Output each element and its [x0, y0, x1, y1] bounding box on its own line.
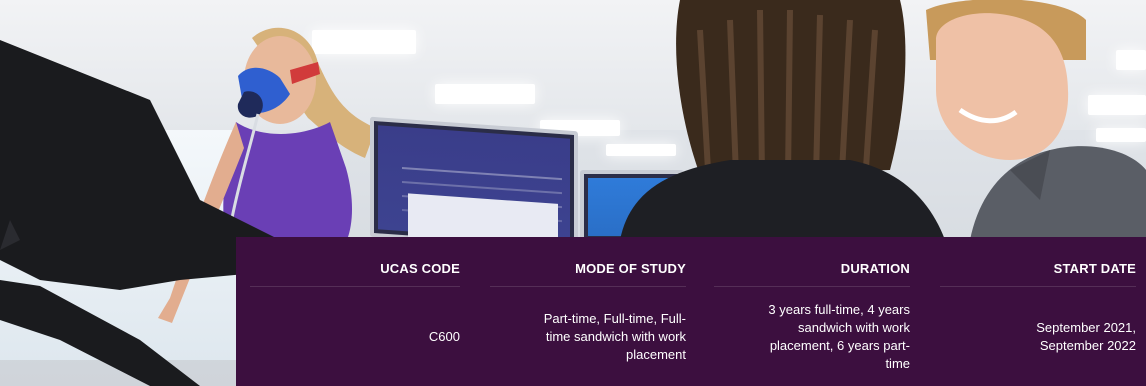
duration-column: DURATION 3 years full-time, 4 years sand… — [714, 237, 910, 386]
mode-of-study-line: time sandwich with work — [545, 328, 686, 344]
mode-of-study-heading: MODE OF STUDY — [575, 261, 686, 276]
ucas-code-column: UCAS CODE C600 — [250, 237, 460, 386]
instructor-figure — [926, 0, 1146, 240]
duration-value: 3 years full-time, 4 years sandwich with… — [768, 287, 910, 386]
start-date-line: September 2021, — [1036, 319, 1136, 335]
duration-line: 3 years full-time, 4 years — [768, 301, 910, 317]
monitor-screen — [370, 116, 578, 252]
start-date-column: START DATE September 2021, September 202… — [940, 237, 1136, 386]
mode-of-study-line: Part-time, Full-time, Full- — [543, 310, 686, 326]
start-date-value: September 2021, September 2022 — [1036, 287, 1136, 386]
ucas-code-value: C600 — [429, 287, 460, 386]
start-date-heading: START DATE — [1053, 261, 1136, 276]
student-figure — [620, 0, 945, 240]
duration-line: sandwich with work — [798, 319, 910, 335]
ucas-code-text: C600 — [428, 328, 460, 344]
course-info-bar: UCAS CODE C600 MODE OF STUDY Part-time, … — [236, 237, 1146, 386]
ucas-code-heading: UCAS CODE — [380, 261, 460, 276]
hero-banner: UCAS CODE C600 MODE OF STUDY Part-time, … — [0, 0, 1146, 386]
mode-of-study-column: MODE OF STUDY Part-time, Full-time, Full… — [490, 237, 686, 386]
ceiling-light — [435, 84, 535, 104]
duration-line: time — [885, 355, 910, 371]
duration-heading: DURATION — [840, 261, 910, 276]
mode-of-study-value: Part-time, Full-time, Full- time sandwic… — [544, 287, 686, 386]
duration-line: placement, 6 years part- — [769, 337, 910, 353]
start-date-line: September 2022 — [1039, 337, 1136, 353]
mode-of-study-line: placement — [626, 346, 686, 362]
